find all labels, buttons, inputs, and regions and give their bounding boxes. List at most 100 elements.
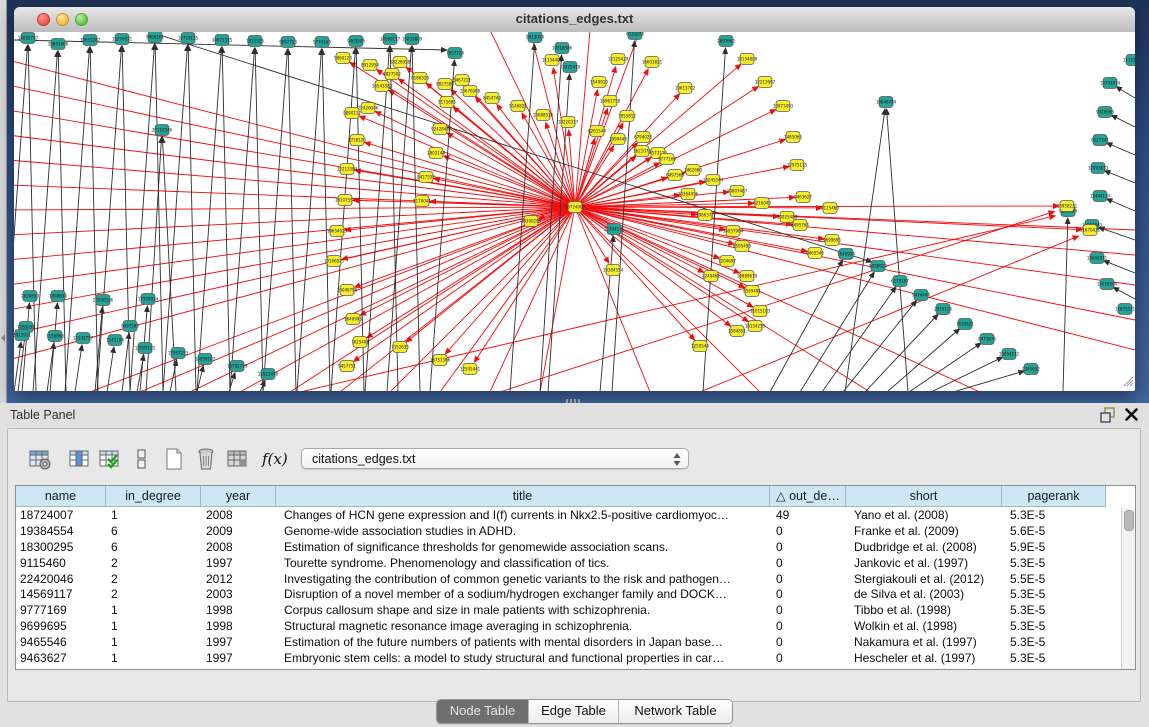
tab-network-table[interactable]: Network Table [619,700,732,723]
graph-node-label: 7462660 [684,168,702,173]
graph-node-label: 6261544 [588,129,606,134]
select-rows-icon[interactable] [98,447,124,473]
column-header-title[interactable]: title [276,486,770,507]
table-cell: 1 [111,508,201,524]
graph-node-label: 9115460 [821,206,839,211]
node-table[interactable]: namein_degreeyeartitle△ out_de…shortpage… [15,485,1136,670]
table-row[interactable]: 911546021997Tourette syndrome. Phenomeno… [16,556,1122,572]
graph-node-label: 8131074 [626,32,644,37]
graph-node-label: 12975115 [787,163,808,168]
graph-node-label: 16889679 [737,274,758,279]
graph-node-label: 9329966 [1096,110,1114,115]
graph-node-label: 17957253 [168,351,189,356]
table-cell: 9699695 [20,619,106,635]
graph-node-label: 15688520 [533,113,554,118]
graph-node-label: 16603821 [642,60,663,65]
table-row[interactable]: 1456911722003Disruption of a novel membe… [16,587,1122,603]
table-row[interactable]: 1830029562008Estimation of significance … [16,540,1122,556]
table-cell: Jankovic et al. (1997) [854,556,1002,572]
table-row[interactable]: 977716911998Corpus callosum shape and si… [16,603,1122,619]
close-panel-icon[interactable] [1124,407,1139,422]
table-type-tabs: Node TableEdge TableNetwork Table [436,699,733,724]
window-titlebar[interactable]: citations_edges.txt [14,7,1135,33]
table-cell: 2009 [206,524,276,540]
graph-node-label: 12125429 [608,57,629,62]
collapse-arrow-icon[interactable] [1,334,5,342]
table-cell: 0 [776,587,846,603]
table-cell: 9463627 [20,651,106,667]
graph-node-label: 2803144 [427,151,445,156]
column-header-pagerank[interactable]: pagerank [1002,486,1106,507]
graph-node-label: 10025488 [777,215,798,220]
column-header-short[interactable]: short [846,486,1002,507]
table-cell: 2008 [206,508,276,524]
network-view-window[interactable]: citations_edges.txt 18724007140557172089… [14,7,1135,391]
graph-node-label: 12505441 [460,367,481,372]
graph-node-label: 18300295 [521,219,542,224]
graph-node-label: 9457751 [338,364,356,369]
table-row[interactable]: 2242004622012Investigating the contribut… [16,572,1122,588]
graph-node-label: 10973493 [773,104,794,109]
graph-node-label: 7625402 [351,340,369,345]
show-columns-icon[interactable] [68,447,94,473]
graph-node-label: 22420046 [358,106,379,111]
table-row[interactable]: 946554611997Estimation of the future num… [16,635,1122,651]
graph-node-label: 15276021 [112,37,133,42]
table-row[interactable]: 1938455462009Genome-wide association stu… [16,524,1122,540]
citation-network-graph[interactable]: 1872400714055717208914061065328715276021… [14,32,1135,391]
graph-node-label: 18107554 [335,198,356,203]
function-builder-icon[interactable]: f(x) [262,450,288,476]
graph-node-label: 8427552 [417,175,435,180]
graph-node-label: 17359924 [138,297,159,302]
graph-node-label: 11123104 [1123,58,1135,63]
dropdown-arrows-icon [672,452,682,467]
graph-node-label: 16033809 [402,37,423,42]
scrollbar-thumb[interactable] [1124,510,1134,531]
graph-node-label: 19613702 [675,86,696,91]
graph-node-label: 16245544 [703,178,724,183]
graph-node-label: 15692931 [1087,256,1108,261]
table-cell: Estimation of the future numbers of pati… [284,635,770,651]
column-header-out_de[interactable]: △ out_de… [770,486,846,507]
graph-node-label: 20364456 [678,192,699,197]
graph-node-label: 16648784 [876,100,897,105]
graph-node-label: 2620650 [21,294,39,299]
table-row[interactable]: 969969511998Structural magnetic resonanc… [16,619,1122,635]
graph-node-label: 7352635 [391,345,409,350]
table-cell: 0 [776,635,846,651]
column-header-year[interactable]: year [201,486,276,507]
table-mode-icon[interactable] [28,447,54,473]
table-scrollbar[interactable] [1121,508,1135,669]
graph-node-label: 9463546 [347,39,365,44]
table-dropdown[interactable]: citations_edges.txt [301,448,689,469]
graph-node-label: 16154808 [737,57,758,62]
float-panel-icon[interactable] [1100,407,1116,423]
tab-edge-table[interactable]: Edge Table [529,700,619,723]
resize-grip-icon[interactable] [1124,377,1133,386]
table-cell: 18300295 [20,540,106,556]
graph-node-label: 17016504 [1097,282,1118,287]
graph-node-label: 12213383 [337,167,358,172]
graph-node-label: 9890112 [343,111,361,116]
table-cell: 1997 [206,556,276,572]
tab-node-table[interactable]: Node Table [437,700,529,723]
row-height-icon[interactable] [130,447,156,473]
graph-node-label: 7955812 [618,114,636,119]
graph-node-label: 19166825 [324,259,345,264]
delete-column-icon[interactable] [194,447,220,473]
graph-node-label: 9697713 [279,40,297,45]
column-header-name[interactable]: name [16,486,106,507]
delete-table-icon[interactable] [226,447,252,473]
table-cell: 5.3E-5 [1010,587,1106,603]
graph-node-label: 9827508 [436,82,454,87]
graph-node-label: 8454749 [483,96,501,101]
table-cell: 0 [776,540,846,556]
table-cell: Dudbridge et al. (2008) [854,540,1002,556]
new-column-icon[interactable] [162,447,188,473]
graph-node-label: 9860123 [334,56,352,61]
table-row[interactable]: 1872400712008Changes of HCN gene express… [16,508,1122,524]
column-header-in_degree[interactable]: in_degree [106,486,201,507]
panel-edge-strip [0,0,7,403]
table-cell: 1997 [206,635,276,651]
table-row[interactable]: 946362711997Embryonic stem cells: a mode… [16,651,1122,667]
